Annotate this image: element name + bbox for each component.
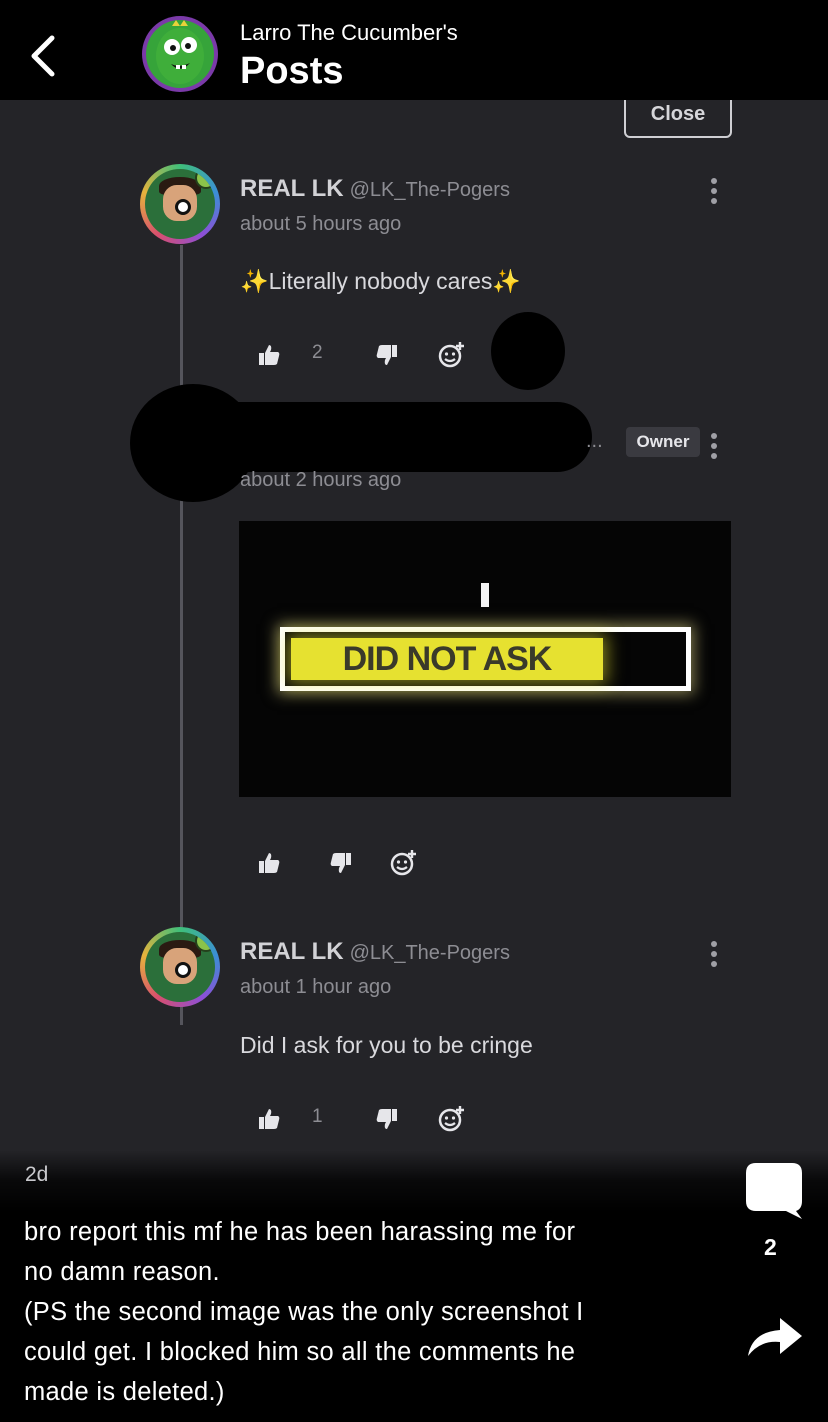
like-count: 2 (312, 342, 323, 363)
add-reaction-icon (438, 340, 466, 370)
close-button: Close (624, 100, 732, 138)
post-image: Close REAL LK @LK_The-Pogers about 5 hour… (0, 100, 828, 1212)
speech-bubble-icon (746, 1163, 802, 1219)
back-button[interactable] (22, 30, 66, 82)
comments-button[interactable] (746, 1163, 802, 1221)
comment-author: REAL LK @LK_The-Pogers (240, 938, 510, 966)
comment-body: Did I ask for you to be cringe (240, 1032, 533, 1058)
thumbs-down-icon (376, 340, 398, 370)
name-ellipsis: ... (586, 430, 603, 452)
thread-line (180, 245, 183, 1025)
caption-line: could get. I blocked him so all the comm… (24, 1338, 576, 1366)
comment-time: about 1 hour ago (240, 976, 392, 998)
cucumber-avatar-icon (146, 20, 214, 88)
post-age: 2d (25, 1163, 49, 1186)
commenter-avatar (140, 164, 220, 244)
comment-author-name: REAL LK (240, 175, 344, 202)
comment-author-name: REAL LK (240, 938, 344, 965)
community-avatar[interactable] (142, 16, 218, 92)
comment-actions (258, 848, 458, 878)
comment-time: about 2 hours ago (240, 469, 402, 491)
comment-actions: 1 (258, 1104, 498, 1134)
add-reaction-icon (390, 848, 418, 878)
did-not-ask-text: DID NOT ASK (342, 640, 553, 678)
more-options-icon (709, 941, 719, 969)
thumbs-down-icon (330, 848, 352, 878)
comment-time: about 5 hours ago (240, 213, 402, 235)
post-caption: bro report this mf he has been harassing… (24, 1212, 689, 1412)
thumbs-up-icon (258, 340, 280, 370)
like-count: 1 (312, 1106, 323, 1127)
caption-line: made is deleted.) (24, 1378, 225, 1406)
more-options-icon (709, 178, 719, 206)
caption-line: no damn reason. (24, 1258, 220, 1286)
page-title: Posts (240, 50, 344, 92)
comment-actions: 2 (258, 340, 498, 370)
caption-line: (PS the second image was the only screen… (24, 1298, 584, 1326)
cursor-glyph: I (481, 583, 489, 607)
redaction-mark (491, 312, 565, 390)
caption-line: bro report this mf he has been harassing… (24, 1218, 576, 1246)
comment-body: ✨Literally nobody cares✨ (240, 268, 522, 294)
more-options-icon (709, 433, 719, 461)
share-arrow-icon (748, 1318, 802, 1356)
chevron-left-icon (31, 35, 55, 77)
header-subtitle: Larro The Cucumber's (240, 20, 458, 45)
thumbs-up-icon (258, 848, 280, 878)
commenter-avatar (140, 927, 220, 1007)
owner-badge: Owner (626, 427, 700, 457)
share-button[interactable] (746, 1318, 802, 1358)
add-reaction-icon (438, 1104, 466, 1134)
app-header: Larro The Cucumber's Posts (0, 0, 828, 100)
did-not-ask-bar: DID NOT ASK (280, 627, 691, 691)
comment-author: REAL LK @LK_The-Pogers (240, 175, 510, 203)
comment-author-handle: @LK_The-Pogers (349, 942, 510, 964)
thumbs-up-icon (258, 1104, 280, 1134)
thumbs-down-icon (376, 1104, 398, 1134)
comment-count: 2 (764, 1234, 777, 1260)
redacted-author-name (200, 402, 592, 472)
comment-author-handle: @LK_The-Pogers (349, 179, 510, 201)
